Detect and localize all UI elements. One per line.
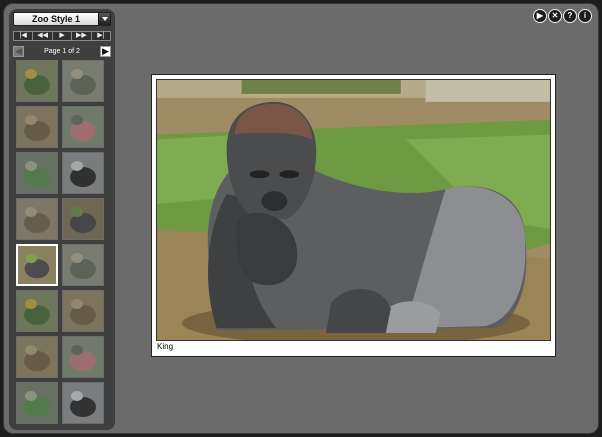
thumbnail-gecko[interactable] bbox=[62, 60, 104, 102]
thumbnail-chameleon[interactable] bbox=[16, 152, 58, 194]
play-icon[interactable]: ▶ bbox=[53, 32, 73, 40]
page-indicator: Page 1 of 2 bbox=[44, 48, 80, 55]
previous-page-icon[interactable]: ◀ bbox=[13, 46, 24, 57]
thumbnail-lizard[interactable] bbox=[16, 336, 58, 378]
info-icon[interactable]: i bbox=[578, 9, 592, 23]
chevron-down-icon[interactable] bbox=[98, 13, 110, 25]
play-slideshow-icon[interactable]: ▶ bbox=[533, 9, 547, 23]
thumbnail-lizard[interactable] bbox=[62, 290, 104, 332]
gallery-window: Zoo Style 1 |◀ ◀◀ ▶ ▶▶ ▶| ◀ Page 1 of 2 … bbox=[3, 3, 599, 434]
next-page-icon[interactable]: ▶ bbox=[100, 46, 111, 57]
thumbnail-bird[interactable] bbox=[16, 60, 58, 102]
thumbnail-gorilla[interactable] bbox=[16, 244, 58, 286]
thumbnail-sidebar: Zoo Style 1 |◀ ◀◀ ▶ ▶▶ ▶| ◀ Page 1 of 2 … bbox=[9, 9, 115, 430]
thumbnail-lizard[interactable] bbox=[16, 106, 58, 148]
playback-controls: |◀ ◀◀ ▶ ▶▶ ▶| bbox=[13, 31, 111, 41]
thumbnail-flamingo[interactable] bbox=[62, 336, 104, 378]
style-dropdown[interactable]: Zoo Style 1 bbox=[13, 12, 111, 26]
top-toolbar: ▶ ✕ ? i bbox=[533, 9, 592, 23]
thumbnail-grid bbox=[16, 60, 108, 424]
style-dropdown-label: Zoo Style 1 bbox=[31, 14, 80, 24]
help-icon[interactable]: ? bbox=[563, 9, 577, 23]
thumbnail-chameleon[interactable] bbox=[16, 382, 58, 424]
first-icon[interactable]: |◀ bbox=[14, 32, 34, 40]
fullscreen-icon[interactable]: ✕ bbox=[548, 9, 562, 23]
thumbnail-flamingo[interactable] bbox=[62, 106, 104, 148]
photo-caption: King bbox=[157, 342, 174, 351]
main-photo: King bbox=[151, 74, 556, 357]
thumbnail-penguin[interactable] bbox=[62, 152, 104, 194]
thumbnail-gorilla[interactable] bbox=[62, 198, 104, 240]
rewind-icon[interactable]: ◀◀ bbox=[33, 32, 53, 40]
fast-forward-icon[interactable]: ▶▶ bbox=[72, 32, 92, 40]
gorilla-photo[interactable] bbox=[156, 79, 551, 341]
last-icon[interactable]: ▶| bbox=[92, 32, 110, 40]
thumbnail-gecko[interactable] bbox=[62, 244, 104, 286]
thumbnail-penguin[interactable] bbox=[62, 382, 104, 424]
thumbnail-bird[interactable] bbox=[16, 290, 58, 332]
pager: ◀ Page 1 of 2 ▶ bbox=[13, 46, 111, 58]
thumbnail-reptile[interactable] bbox=[16, 198, 58, 240]
